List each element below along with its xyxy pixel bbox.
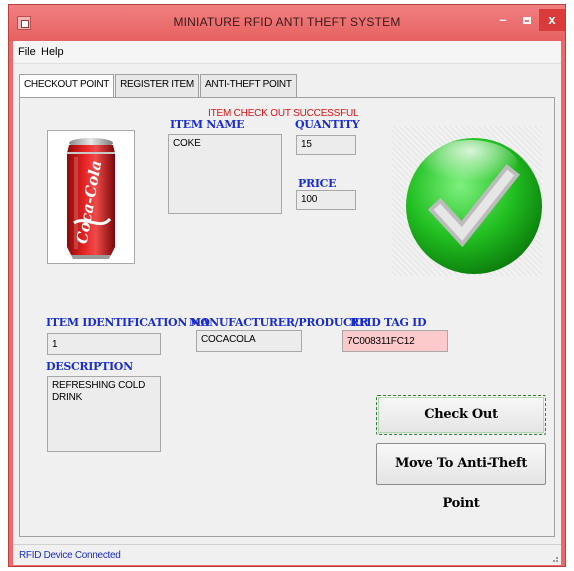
close-button[interactable]: x [539,9,565,31]
rfid-tag-field[interactable]: 7C008311FC12 [342,330,448,352]
title-bar[interactable]: MINIATURE RFID ANTI THEFT SYSTEM – x [9,5,565,41]
quantity-label: QUANTITY [295,118,360,131]
tab-strip: CHECKOUT POINT REGISTER ITEM ANTI-THEFT … [19,74,298,98]
window-title: MINIATURE RFID ANTI THEFT SYSTEM [173,15,401,29]
app-window: MINIATURE RFID ANTI THEFT SYSTEM – x Fil… [8,4,566,567]
maximize-icon [523,17,531,25]
price-field[interactable]: 100 [296,190,356,210]
manufacturer-field[interactable]: COCACOLA [196,330,302,352]
quantity-field[interactable]: 15 [296,135,356,155]
item-id-field[interactable]: 1 [47,333,161,355]
description-field[interactable]: REFRESHING COLD DRINK [47,376,161,452]
description-label: DESCRIPTION [46,360,133,373]
client-area: File Help CHECKOUT POINT REGISTER ITEM A… [13,41,561,565]
minimize-button[interactable]: – [491,9,515,31]
product-image: Coca-Cola [47,130,135,264]
status-bar: RFID Device Connected [13,544,561,565]
device-status-text: RFID Device Connected [19,550,121,561]
checkout-panel: ITEM CHECK OUT SUCCESSFUL Coca-Cola ITEM… [19,97,555,537]
tab-register-item[interactable]: REGISTER ITEM [115,74,199,97]
rfid-tag-label: RFID TAG ID [350,316,427,329]
maximize-button[interactable] [515,9,539,31]
menu-bar: File Help [13,41,561,64]
tab-anti-theft-point[interactable]: ANTI-THEFT POINT [199,74,297,97]
check-mark-icon [406,138,542,274]
menu-file[interactable]: File [18,46,36,58]
manufacturer-label: MANUFACTURER/PRODUCER [189,316,369,329]
success-indicator [392,126,542,276]
check-out-button[interactable]: Check Out [376,395,546,435]
item-id-label: ITEM IDENTIFICATION NO [46,316,210,329]
move-to-anti-theft-button[interactable]: Move To Anti-Theft Point [376,443,546,511]
item-name-label: ITEM NAME [170,118,245,131]
tab-checkout-point[interactable]: CHECKOUT POINT [19,74,115,98]
price-label: PRICE [298,177,337,190]
soda-can-icon: Coca-Cola [67,138,115,259]
resize-grip-icon[interactable] [549,553,559,563]
menu-help[interactable]: Help [41,46,64,58]
item-name-field[interactable]: COKE [168,134,282,214]
